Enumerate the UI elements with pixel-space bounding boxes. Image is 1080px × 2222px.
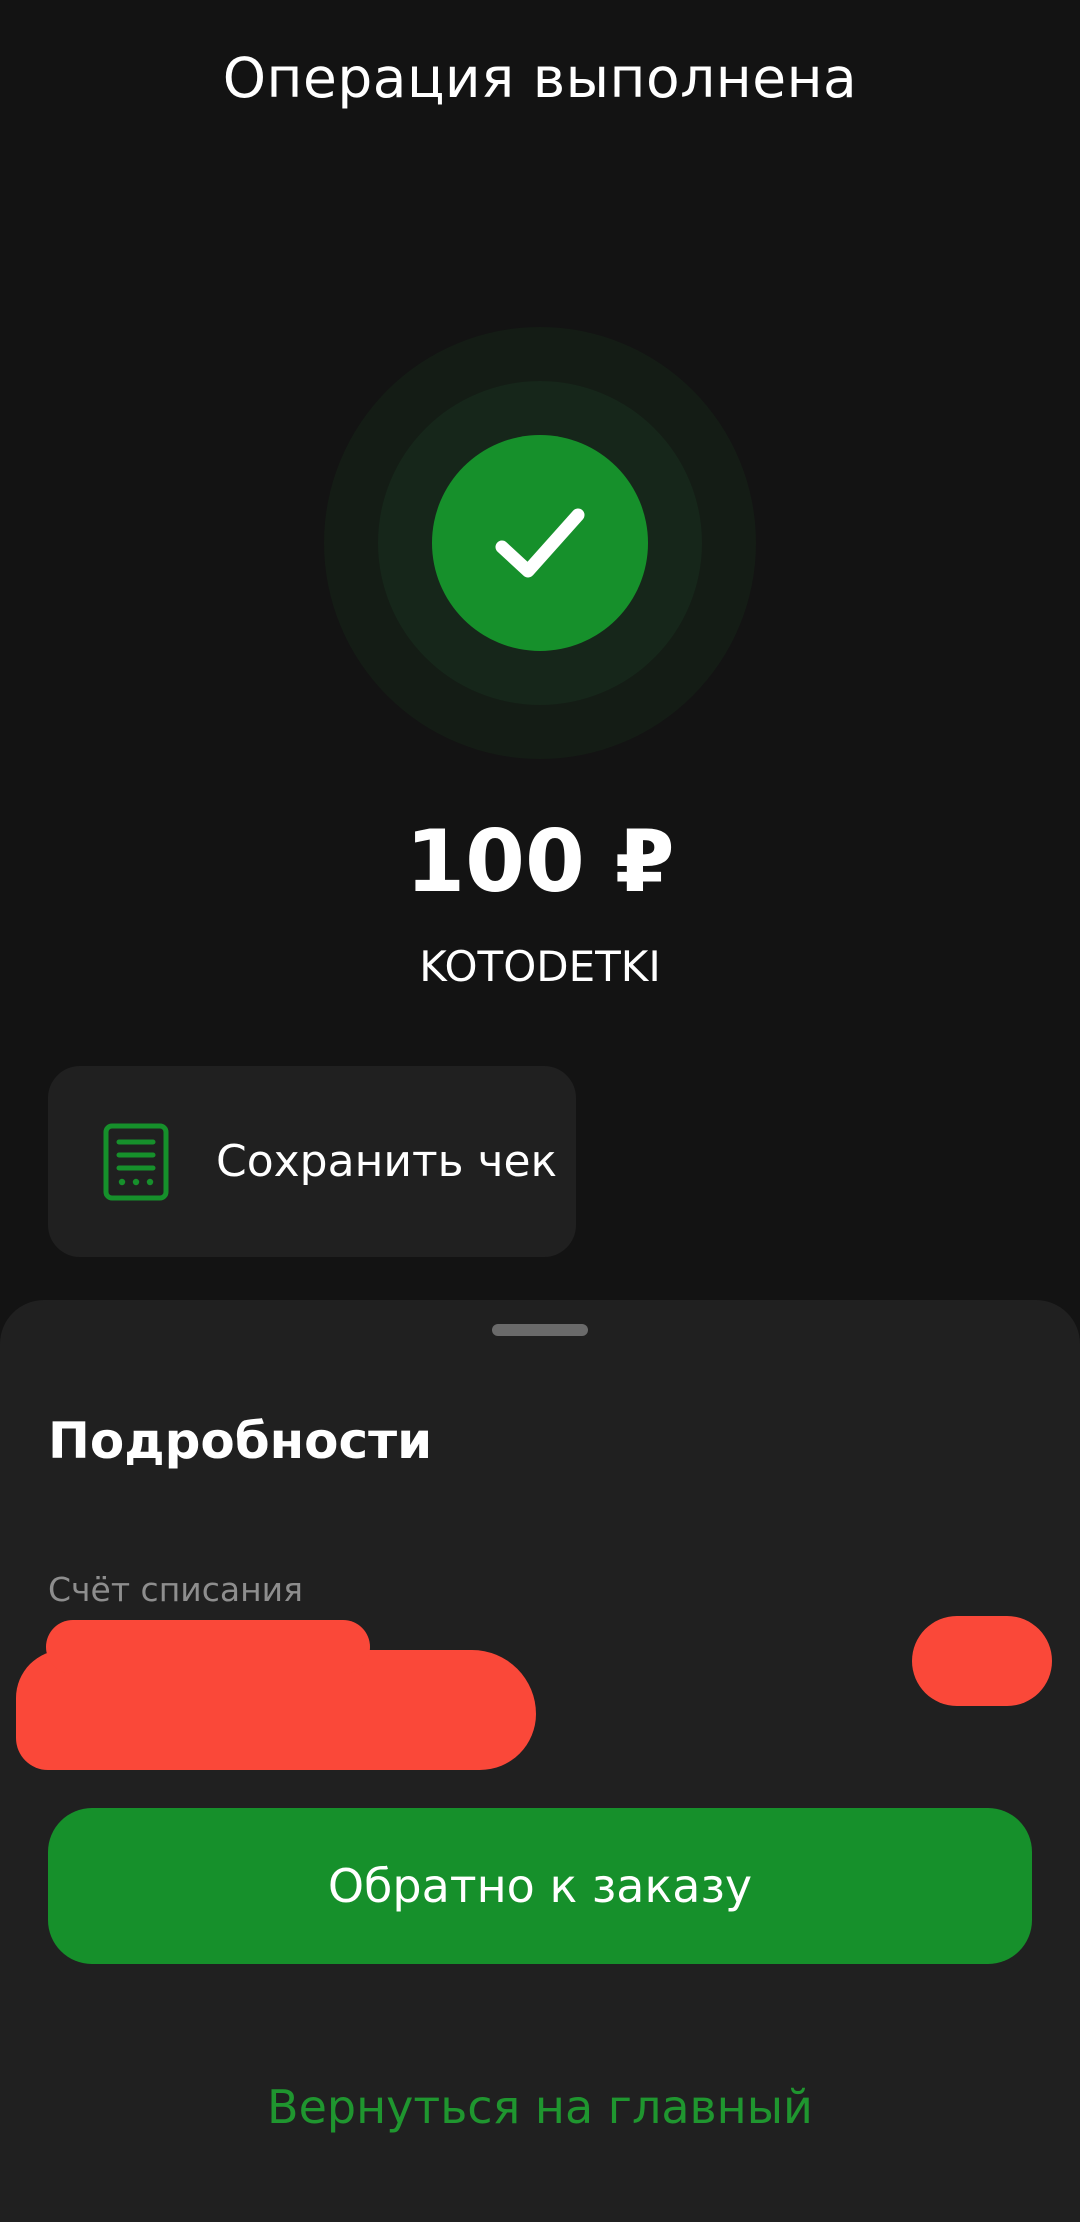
back-to-order-button[interactable]: Обратно к заказу — [48, 1808, 1032, 1964]
save-receipt-label: Сохранить чек — [216, 1136, 558, 1187]
redaction-mark — [912, 1616, 1052, 1706]
success-badge — [432, 435, 648, 651]
details-title: Подробности — [48, 1412, 433, 1470]
save-receipt-button[interactable]: Сохранить чек — [48, 1066, 576, 1257]
go-home-link[interactable]: Вернуться на главный — [0, 2080, 1080, 2134]
merchant-name: KOTODETKI — [419, 942, 661, 991]
receipt-icon — [102, 1122, 170, 1202]
sheet-drag-handle[interactable] — [492, 1324, 588, 1336]
payment-amount: 100 ₽ — [405, 812, 675, 912]
details-sheet: Подробности Счёт списания Обратно к зака… — [0, 1300, 1080, 2222]
redaction-mark — [46, 1620, 370, 1674]
checkmark-icon — [495, 508, 585, 578]
page-title: Операция выполнена — [222, 46, 858, 110]
debit-account-label: Счёт списания — [48, 1570, 303, 1609]
